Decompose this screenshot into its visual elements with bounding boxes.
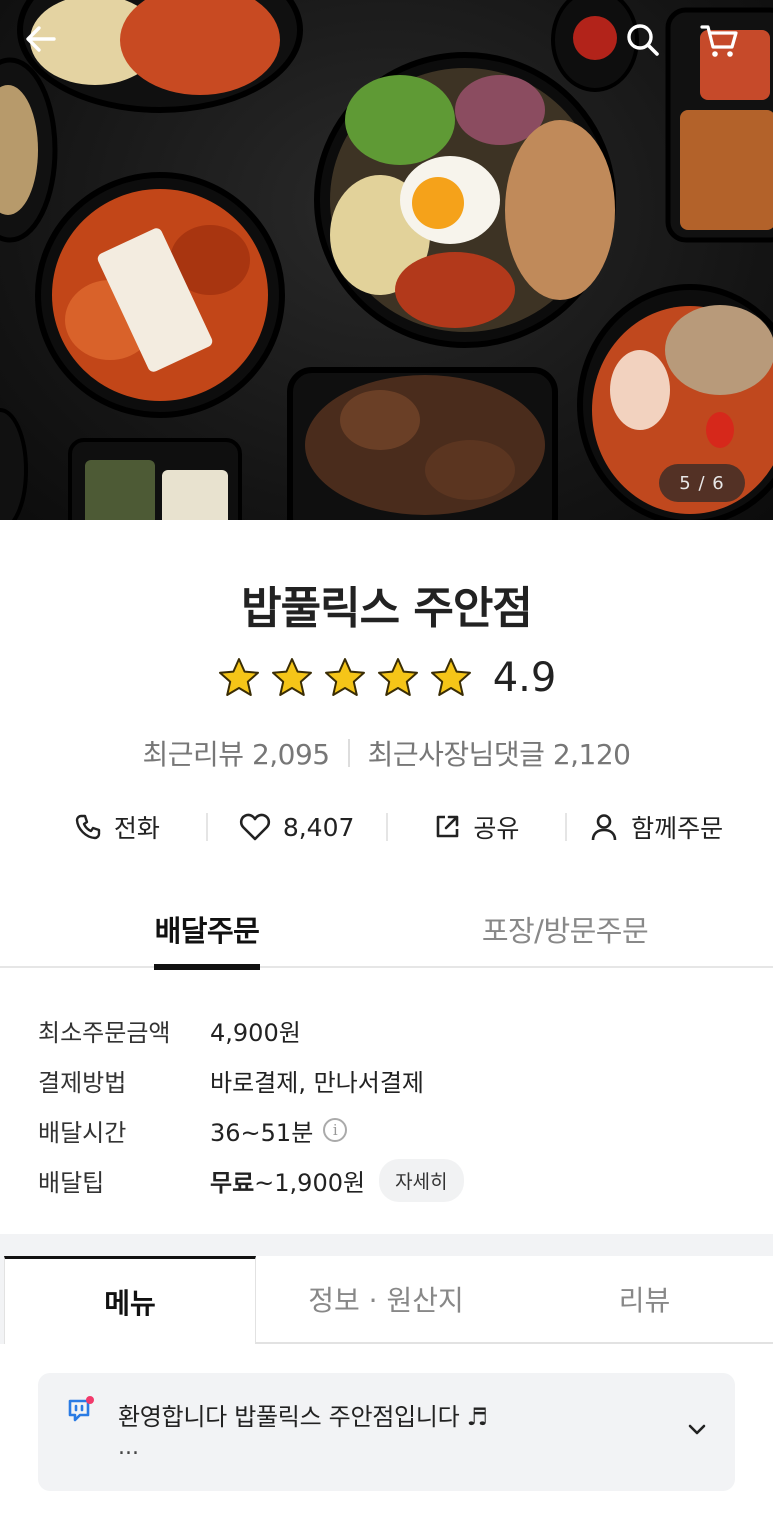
star-rating [217, 656, 473, 700]
phone-icon [75, 814, 101, 840]
food-photo [0, 0, 773, 520]
notice-icon [68, 1396, 94, 1422]
delivery-time-field: 36~51분 i [210, 1113, 348, 1148]
tab-delivery[interactable]: 배달주문 [154, 900, 260, 970]
chevron-down-icon[interactable] [683, 1415, 711, 1443]
arrow-left-icon [26, 26, 56, 52]
delivery-tip-label: 배달팁 [38, 1168, 105, 1197]
action-bar: 전화 8,407 공유 함께주문 [28, 800, 745, 854]
delivery-tip-free: 무료 [210, 1168, 255, 1197]
info-icon[interactable]: i [323, 1118, 348, 1142]
delivery-tip-range: ~1,900원 [254, 1168, 366, 1197]
delivery-tip-row: 배달팁 무료 ~1,900원 자세히 [38, 1155, 738, 1205]
delivery-tip-detail-button[interactable]: 자세히 [379, 1158, 464, 1202]
call-label: 전화 [113, 814, 160, 843]
delivery-time-value: 36~51분 [210, 1118, 314, 1147]
group-order-label: 함께주문 [631, 814, 724, 843]
image-counter: 5 / 6 [659, 464, 745, 502]
star-icon [324, 658, 365, 696]
min-order-label: 최소주문금액 [38, 1018, 171, 1047]
tab-info-origin[interactable]: 정보 · 원산지 [256, 1256, 516, 1344]
delivery-time-label: 배달시간 [38, 1118, 127, 1147]
rating-row: 4.9 [0, 655, 773, 701]
like-button[interactable]: 8,407 [208, 812, 386, 842]
cart-icon [700, 25, 738, 57]
star-icon [430, 658, 471, 696]
rating-value: 4.9 [492, 655, 557, 701]
order-type-tabs: 배달주문 포장/방문주문 [0, 900, 773, 970]
search-icon [627, 24, 659, 56]
cart-button[interactable] [700, 22, 748, 70]
min-order-value: 4,900원 [210, 1018, 301, 1047]
group-order-button[interactable]: 함께주문 [567, 809, 745, 845]
call-button[interactable]: 전화 [28, 809, 206, 845]
review-stats[interactable]: 최근리뷰 2,095 최근사장님댓글 2,120 [0, 733, 773, 773]
tab-menu[interactable]: 메뉴 [4, 1256, 256, 1344]
delivery-info: 최소주문금액 4,900원 결제방법 바로결제, 만나서결제 배달시간 36~5… [38, 1005, 738, 1205]
share-label: 공유 [473, 814, 520, 843]
star-icon [377, 658, 418, 696]
person-icon [591, 814, 617, 841]
divider [347, 739, 350, 767]
search-button[interactable] [625, 22, 673, 70]
store-notice[interactable]: 환영합니다 밥풀릭스 주안점입니다 ♬ ... [38, 1373, 735, 1491]
store-name: 밥풀릭스 주안점 [241, 583, 533, 634]
delivery-time-row: 배달시간 36~51분 i [38, 1105, 738, 1155]
notice-text: 환영합니다 밥풀릭스 주안점입니다 ♬ [118, 1403, 488, 1431]
back-button[interactable] [24, 22, 72, 70]
notice-ellipsis: ... [118, 1435, 139, 1460]
share-icon [437, 815, 459, 838]
tab-pickup[interactable]: 포장/방문주문 [470, 900, 660, 968]
tab-reviews[interactable]: 리뷰 [516, 1256, 773, 1344]
heart-icon [239, 813, 270, 841]
min-order-row: 최소주문금액 4,900원 [38, 1005, 738, 1055]
star-icon [271, 658, 312, 696]
delivery-tip-field: 무료 ~1,900원 자세히 [210, 1158, 464, 1202]
star-icon [218, 658, 259, 696]
recent-reviews-count[interactable]: 최근리뷰 2,095 [143, 733, 331, 773]
payment-value: 바로결제, 만나서결제 [210, 1068, 424, 1097]
hero-image[interactable]: 5 / 6 [0, 0, 773, 520]
section-divider [0, 1234, 773, 1256]
payment-label: 결제방법 [38, 1068, 127, 1097]
share-button[interactable]: 공유 [388, 809, 566, 845]
like-count: 8,407 [282, 812, 355, 842]
content-tabs: 메뉴 정보 · 원산지 리뷰 [0, 1256, 773, 1344]
payment-row: 결제방법 바로결제, 만나서결제 [38, 1055, 738, 1105]
recent-owner-replies-count[interactable]: 최근사장님댓글 2,120 [368, 733, 631, 773]
